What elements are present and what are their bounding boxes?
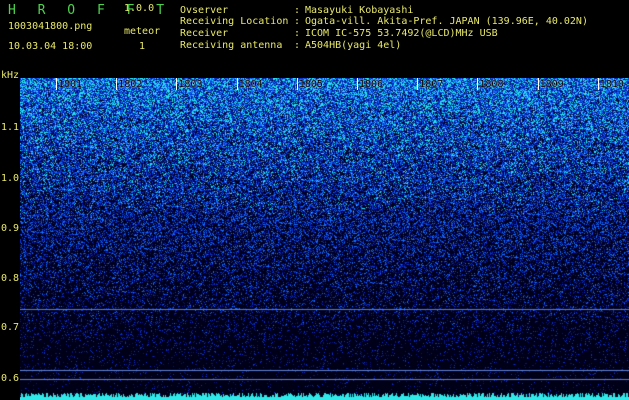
info-sep: : (294, 16, 301, 27)
y-tick-label: 0.7 (1, 322, 20, 333)
y-tick-label: 0.9 (1, 223, 20, 234)
x-tick-label: 1802 (118, 79, 143, 90)
info-sep: : (294, 28, 301, 39)
x-tick-mark (357, 78, 358, 90)
info-value-location: Ogata-vill. Akita-Pref. JAPAN (139.96E, … (305, 16, 588, 27)
x-tick-label: 1808 (479, 79, 504, 90)
y-tick-label: 1.0 (1, 173, 20, 184)
info-key-location: Receiving Location (180, 16, 289, 27)
x-tick-label: 1805 (298, 79, 323, 90)
info-key-observer: Ovserver (180, 5, 229, 16)
x-tick-mark (56, 78, 57, 90)
image-filename: 1003041800.png (8, 21, 93, 32)
x-tick-label: 1810 (599, 79, 624, 90)
observation-datetime: 10.03.04 18:00 (8, 41, 93, 52)
info-value-antenna: A504HB(yagi 4el) (305, 40, 402, 51)
meteor-label: meteor (124, 26, 161, 37)
info-key-receiver: Receiver (180, 28, 229, 39)
x-tick-mark (236, 78, 238, 90)
x-tick-label: 1809 (539, 79, 564, 90)
app-version: 1.0.0 (124, 3, 155, 14)
header-panel: H R O F F T 1.0.0 1003041800.png meteor … (0, 0, 629, 81)
spectrogram-canvas (20, 78, 629, 400)
info-value-observer: Masayuki Kobayashi (305, 5, 414, 16)
y-tick-label: 1.1 (1, 122, 20, 133)
x-tick-label: 1803 (178, 79, 203, 90)
info-sep: : (294, 5, 301, 16)
x-tick-mark (296, 78, 298, 90)
y-axis-unit-label: kHz (1, 70, 20, 81)
x-tick-mark (537, 78, 539, 90)
info-sep: : (294, 40, 301, 51)
info-value-receiver: ICOM IC-575 53.7492(@LCD)MHz USB (305, 28, 498, 39)
meteor-count: 1 (139, 41, 146, 52)
x-tick-label: 1807 (419, 79, 444, 90)
x-tick-label: 1806 (359, 79, 384, 90)
info-key-antenna: Receiving antenna (180, 40, 283, 51)
x-tick-label: 1804 (238, 79, 263, 90)
y-tick-label: 0.8 (1, 273, 20, 284)
x-tick-mark (597, 78, 599, 90)
x-tick-label: 1801 (58, 79, 83, 90)
y-tick-label: 0.6 (1, 373, 20, 384)
